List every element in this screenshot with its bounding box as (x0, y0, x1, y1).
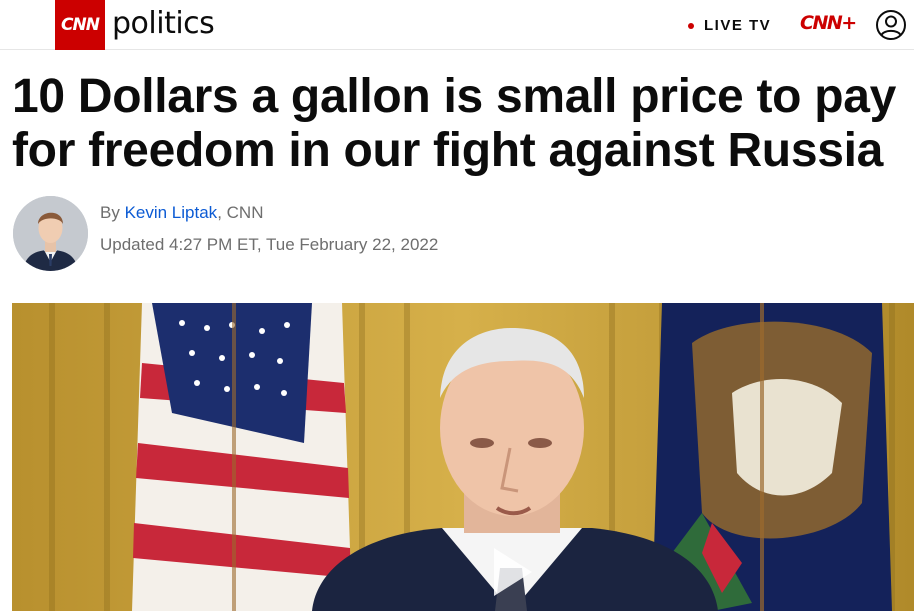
section-title[interactable]: politics (112, 6, 215, 41)
cnn-logo-text: CNN (61, 15, 100, 35)
live-tv-link[interactable]: LIVE TV (688, 17, 771, 34)
lead-video[interactable] (12, 303, 914, 611)
live-dot-icon (688, 22, 694, 29)
byline: By Kevin Liptak, CNN (100, 203, 263, 223)
article-headline: 10 Dollars a gallon is small price to pa… (12, 70, 897, 177)
play-icon[interactable] (480, 540, 540, 600)
article-timestamp: Updated 4:27 PM ET, Tue February 22, 202… (100, 235, 439, 254)
section-title-text: politics (112, 6, 215, 41)
byline-prefix: By (100, 203, 125, 222)
live-tv-label: LIVE TV (704, 17, 772, 34)
cnn-plus-link[interactable]: CNN+ (800, 12, 857, 34)
user-circle-icon[interactable] (875, 9, 907, 41)
video-thumbnail (12, 303, 914, 611)
author-avatar[interactable] (13, 196, 88, 271)
top-nav-bar: CNN politics LIVE TV CNN+ (0, 0, 914, 50)
cnn-logo[interactable]: CNN (55, 0, 105, 50)
author-link[interactable]: Kevin Liptak (125, 203, 218, 222)
byline-suffix: , CNN (217, 203, 264, 222)
